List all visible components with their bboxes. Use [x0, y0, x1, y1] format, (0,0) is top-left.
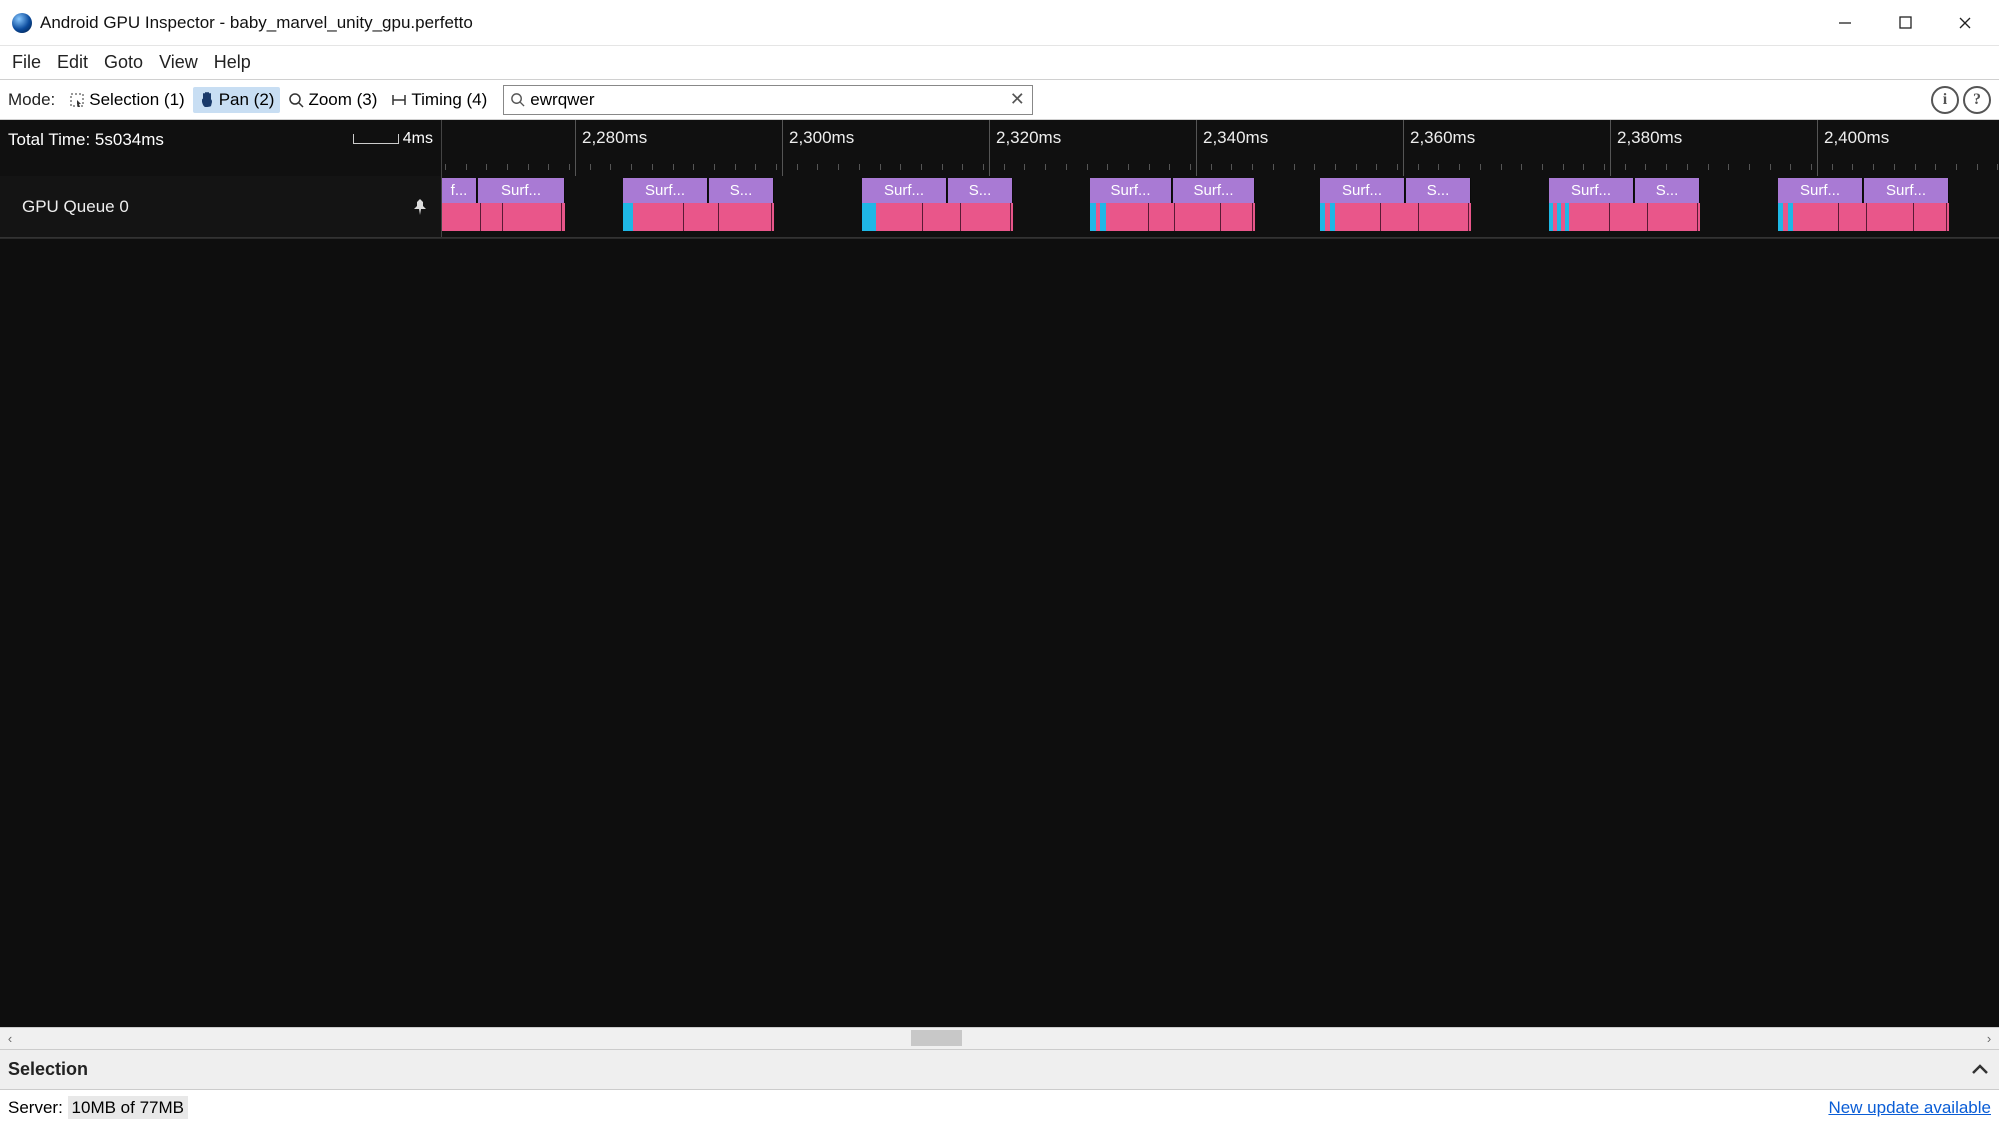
help-button[interactable]: ?	[1963, 86, 1991, 114]
track-row: GPU Queue 0 f...Surf...Surf...S...Surf..…	[0, 176, 1999, 238]
event-bar[interactable]: Surf...	[1549, 178, 1634, 203]
timeline-empty[interactable]	[0, 238, 1999, 1027]
menu-goto[interactable]: Goto	[96, 48, 151, 77]
total-time: Total Time: 5s034ms	[8, 130, 164, 150]
event-bar[interactable]: Surf...	[478, 178, 565, 203]
ruler[interactable]: Total Time: 5s034ms 4ms 2,280ms2,300ms2,…	[0, 120, 1999, 176]
menu-edit[interactable]: Edit	[49, 48, 96, 77]
close-button[interactable]	[1935, 1, 1995, 45]
selection-panel[interactable]: Selection	[0, 1049, 1999, 1089]
ruler-ticks[interactable]: 2,280ms2,300ms2,320ms2,340ms2,360ms2,380…	[442, 120, 1999, 176]
scroll-track[interactable]	[20, 1028, 1979, 1049]
event-sub[interactable]	[862, 203, 1013, 231]
mode-pan-button[interactable]: Pan (2)	[193, 87, 281, 113]
title-bar[interactable]: Android GPU Inspector - baby_marvel_unit…	[0, 0, 1999, 46]
menu-file[interactable]: File	[4, 48, 49, 77]
event-bar[interactable]: S...	[709, 178, 774, 203]
status-bar: Server: 10MB of 77MB New update availabl…	[0, 1089, 1999, 1125]
mode-zoom-button[interactable]: Zoom (3)	[282, 87, 383, 113]
scroll-thumb[interactable]	[911, 1030, 962, 1046]
clear-search-icon[interactable]: ✕	[1008, 91, 1026, 109]
menu-bar: FileEditGotoViewHelp	[0, 46, 1999, 80]
scroll-left-icon[interactable]: ‹	[0, 1029, 20, 1049]
chevron-up-icon[interactable]	[1969, 1059, 1991, 1081]
mode-label: Mode:	[8, 90, 55, 110]
event-sub[interactable]	[442, 203, 565, 231]
server-status: Server: 10MB of 77MB	[8, 1098, 188, 1118]
selection-label: Selection	[8, 1059, 88, 1080]
scale-indicator: 4ms	[353, 130, 433, 148]
update-link[interactable]: New update available	[1828, 1098, 1991, 1118]
event-bar[interactable]: Surf...	[862, 178, 947, 203]
track-header[interactable]: GPU Queue 0	[0, 176, 442, 237]
toolbar: Mode: Selection (1)Pan (2)Zoom (3)Timing…	[0, 80, 1999, 120]
mode-timing-button[interactable]: Timing (4)	[385, 87, 493, 113]
info-button[interactable]: i	[1931, 86, 1959, 114]
maximize-button[interactable]	[1875, 1, 1935, 45]
event-bar[interactable]: f...	[442, 178, 477, 203]
search-box[interactable]: ✕	[503, 85, 1033, 115]
timing-icon	[391, 92, 407, 108]
event-bar[interactable]: Surf...	[1864, 178, 1949, 203]
event-bar[interactable]: Surf...	[1090, 178, 1172, 203]
track-content[interactable]: f...Surf...Surf...S...Surf...S...Surf...…	[442, 176, 1999, 237]
zoom-icon	[288, 92, 304, 108]
event-bar[interactable]: Surf...	[1778, 178, 1863, 203]
pan-icon	[199, 92, 215, 108]
event-bar[interactable]: Surf...	[623, 178, 708, 203]
event-sub[interactable]	[623, 203, 774, 231]
event-bar[interactable]: Surf...	[1320, 178, 1405, 203]
ruler-info: Total Time: 5s034ms 4ms	[0, 120, 442, 176]
search-icon	[510, 92, 526, 108]
event-sub[interactable]	[1320, 203, 1471, 231]
event-bar[interactable]: S...	[1406, 178, 1471, 203]
scroll-right-icon[interactable]: ›	[1979, 1029, 1999, 1049]
selection-icon	[69, 92, 85, 108]
pin-icon[interactable]	[413, 199, 429, 215]
search-input[interactable]	[530, 90, 1008, 110]
app-icon	[12, 13, 32, 33]
event-bar[interactable]: S...	[948, 178, 1013, 203]
mode-selection-button[interactable]: Selection (1)	[63, 87, 190, 113]
minimize-button[interactable]	[1815, 1, 1875, 45]
event-sub[interactable]	[1090, 203, 1255, 231]
timeline[interactable]: Total Time: 5s034ms 4ms 2,280ms2,300ms2,…	[0, 120, 1999, 1027]
h-scrollbar[interactable]: ‹ ›	[0, 1027, 1999, 1049]
event-bar[interactable]: Surf...	[1173, 178, 1255, 203]
track-name: GPU Queue 0	[22, 197, 129, 217]
window-title: Android GPU Inspector - baby_marvel_unit…	[40, 13, 473, 33]
menu-help[interactable]: Help	[206, 48, 259, 77]
menu-view[interactable]: View	[151, 48, 206, 77]
event-bar[interactable]: S...	[1635, 178, 1700, 203]
event-sub[interactable]	[1549, 203, 1700, 231]
event-sub[interactable]	[1778, 203, 1949, 231]
